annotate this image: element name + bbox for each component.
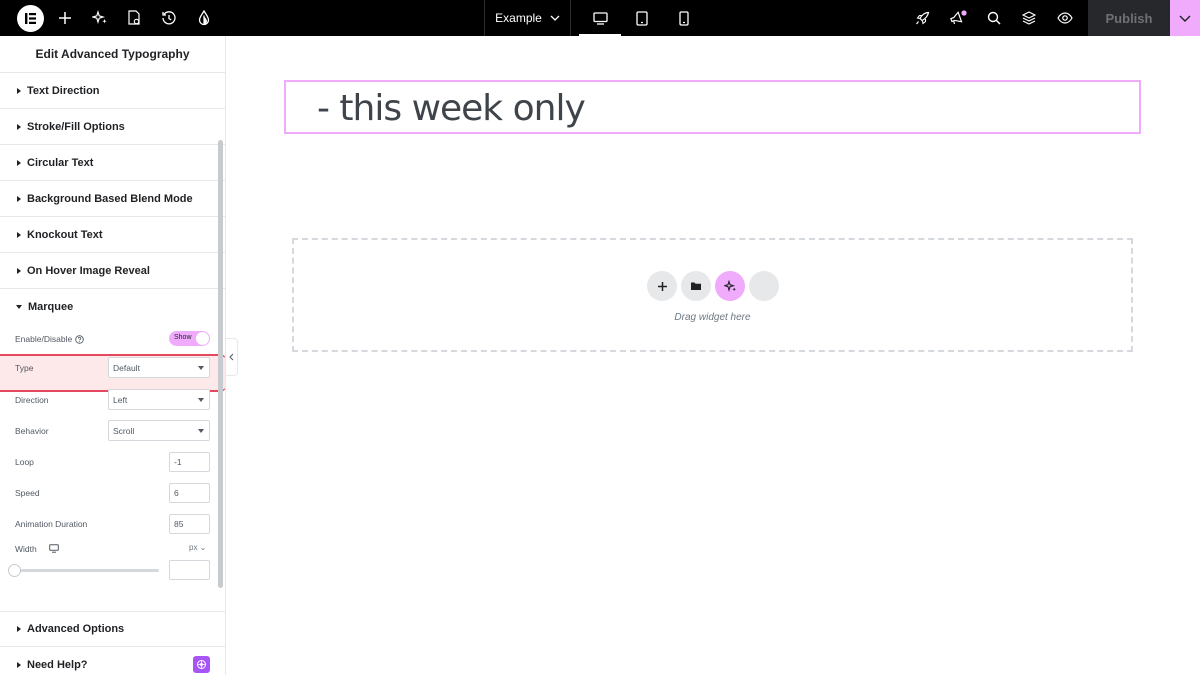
search-icon[interactable] bbox=[977, 0, 1011, 36]
loop-label: Loop bbox=[15, 457, 34, 467]
publish-options-button[interactable] bbox=[1170, 0, 1200, 36]
mobile-icon bbox=[679, 10, 689, 26]
speed-label: Speed bbox=[15, 488, 40, 498]
preview-eye-icon[interactable] bbox=[1048, 0, 1082, 36]
document-title-dropdown[interactable]: Example bbox=[484, 0, 571, 36]
width-slider-handle[interactable] bbox=[8, 564, 21, 577]
marquee-enable-toggle[interactable]: Show bbox=[169, 331, 210, 346]
direction-select-value: Left bbox=[113, 394, 128, 405]
editor-panel: Edit Advanced Typography Text Direction … bbox=[0, 36, 226, 675]
drop-zone-label: Drag widget here bbox=[674, 312, 751, 323]
section-label: Advanced Options bbox=[27, 623, 125, 635]
section-label: On Hover Image Reveal bbox=[27, 264, 150, 277]
caret-right-icon bbox=[17, 195, 21, 202]
section-label: Circular Text bbox=[27, 156, 94, 169]
theme-style-icon[interactable] bbox=[187, 0, 221, 36]
caret-right-icon bbox=[17, 267, 21, 274]
behavior-select-value: Scroll bbox=[113, 425, 135, 436]
caret-right-icon bbox=[17, 87, 21, 94]
section-label: Text Direction bbox=[27, 84, 100, 97]
chevron-down-icon bbox=[550, 15, 560, 21]
top-bar: Example Publish bbox=[0, 0, 1200, 36]
dropdown-arrow-icon bbox=[198, 366, 204, 370]
collapse-panel-button[interactable] bbox=[226, 338, 238, 376]
section-circular-text[interactable]: Circular Text bbox=[0, 145, 225, 181]
add-section-button[interactable] bbox=[647, 271, 677, 301]
type-label: Type bbox=[15, 363, 34, 373]
structure-layers-icon[interactable] bbox=[1012, 0, 1046, 36]
section-text-direction[interactable]: Text Direction bbox=[0, 73, 225, 109]
behavior-label: Behavior bbox=[15, 426, 49, 436]
desktop-device-button[interactable] bbox=[579, 0, 621, 36]
document-title: Example bbox=[495, 11, 542, 25]
behavior-select[interactable]: Scroll bbox=[108, 420, 210, 441]
width-label: Width bbox=[15, 544, 37, 554]
widget-drop-zone[interactable]: Drag widget here bbox=[292, 238, 1133, 352]
toggle-knob bbox=[196, 332, 209, 345]
chevron-down-icon bbox=[1179, 15, 1191, 22]
add-icon bbox=[657, 281, 667, 291]
width-unit-selector[interactable]: px ⌄ bbox=[189, 543, 206, 552]
dropdown-arrow-icon bbox=[198, 398, 204, 402]
caret-right-icon bbox=[17, 159, 21, 166]
section-blend-mode[interactable]: Background Based Blend Mode bbox=[0, 181, 225, 217]
section-label: Knockout Text bbox=[27, 228, 103, 241]
heading-widget[interactable]: - this week only bbox=[284, 80, 1141, 134]
toggle-label: Show bbox=[174, 334, 192, 341]
extra-option-button[interactable] bbox=[749, 271, 779, 301]
caret-right-icon bbox=[17, 123, 21, 130]
caret-right-icon bbox=[17, 626, 21, 632]
chevron-left-icon bbox=[229, 353, 234, 361]
caret-right-icon bbox=[17, 662, 21, 668]
section-marquee[interactable]: Marquee bbox=[0, 289, 225, 325]
section-knockout-text[interactable]: Knockout Text bbox=[0, 217, 225, 253]
publish-button[interactable]: Publish bbox=[1088, 0, 1170, 36]
type-select[interactable]: Default bbox=[108, 357, 210, 378]
type-select-value: Default bbox=[113, 362, 140, 373]
heading-text: - this week only bbox=[317, 88, 586, 129]
animation-duration-input[interactable]: 85 bbox=[169, 514, 210, 534]
speed-input[interactable]: 6 bbox=[169, 483, 210, 503]
section-label: Marquee bbox=[28, 301, 74, 313]
help-circle-icon[interactable] bbox=[75, 334, 84, 344]
panel-scrollbar[interactable] bbox=[218, 140, 223, 588]
desktop-icon bbox=[592, 11, 608, 25]
mobile-device-button[interactable] bbox=[663, 0, 705, 36]
section-label: Background Based Blend Mode bbox=[27, 192, 193, 205]
width-input[interactable] bbox=[169, 560, 210, 580]
folder-icon bbox=[691, 282, 701, 290]
help-brain-icon[interactable] bbox=[193, 656, 210, 673]
panel-title: Edit Advanced Typography bbox=[0, 36, 225, 73]
tablet-icon bbox=[636, 10, 648, 26]
loop-input[interactable]: -1 bbox=[169, 452, 210, 472]
site-settings-icon[interactable] bbox=[117, 0, 151, 36]
history-icon[interactable] bbox=[152, 0, 186, 36]
caret-down-icon bbox=[16, 305, 22, 309]
direction-label: Direction bbox=[15, 395, 49, 405]
rocket-icon[interactable] bbox=[905, 0, 939, 36]
animation-duration-label: Animation Duration bbox=[15, 519, 88, 529]
ai-generate-button[interactable] bbox=[715, 271, 745, 301]
section-label: Need Help? bbox=[27, 659, 88, 671]
caret-right-icon bbox=[17, 231, 21, 238]
section-advanced-options[interactable]: Advanced Options bbox=[0, 611, 225, 647]
width-slider-track[interactable] bbox=[15, 569, 159, 572]
dropdown-arrow-icon bbox=[198, 429, 204, 433]
add-template-button[interactable] bbox=[681, 271, 711, 301]
ai-sparkle-icon[interactable] bbox=[83, 0, 117, 36]
section-label: Stroke/Fill Options bbox=[27, 120, 125, 133]
section-hover-image[interactable]: On Hover Image Reveal bbox=[0, 253, 225, 289]
tablet-device-button[interactable] bbox=[621, 0, 663, 36]
desktop-responsive-icon[interactable] bbox=[49, 544, 59, 553]
direction-select[interactable]: Left bbox=[108, 389, 210, 410]
elementor-logo-icon[interactable] bbox=[17, 5, 44, 32]
add-icon[interactable] bbox=[48, 0, 82, 36]
enable-disable-label: Enable/Disable bbox=[15, 334, 84, 344]
ai-sparkle-icon bbox=[723, 279, 736, 292]
announcements-icon[interactable] bbox=[941, 0, 975, 36]
section-stroke-fill[interactable]: Stroke/Fill Options bbox=[0, 109, 225, 145]
